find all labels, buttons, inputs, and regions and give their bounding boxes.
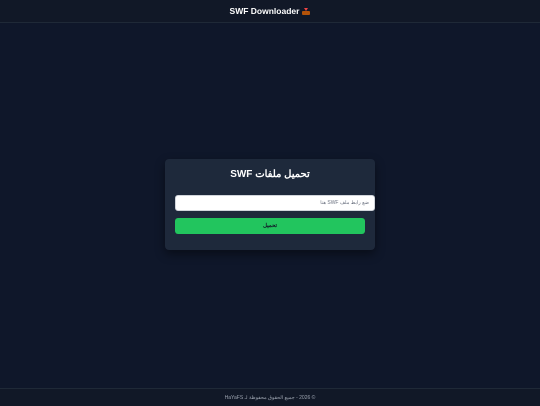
swf-url-input[interactable]: [175, 195, 375, 211]
card-title: تحميل ملفات SWF: [230, 169, 310, 180]
app-title: SWF Downloader: [229, 6, 300, 16]
app-header: SWF Downloader: [0, 0, 540, 23]
download-card: تحميل ملفات SWF تحميل: [165, 159, 375, 250]
inbox-tray-icon: [302, 7, 311, 15]
app-title-wrap: SWF Downloader: [230, 6, 311, 16]
footer-text: © 2026 - جميع الحقوق محفوظة لـ HaYaFS: [224, 394, 316, 401]
download-button[interactable]: تحميل: [175, 218, 365, 234]
footer: © 2026 - جميع الحقوق محفوظة لـ HaYaFS: [0, 388, 540, 406]
